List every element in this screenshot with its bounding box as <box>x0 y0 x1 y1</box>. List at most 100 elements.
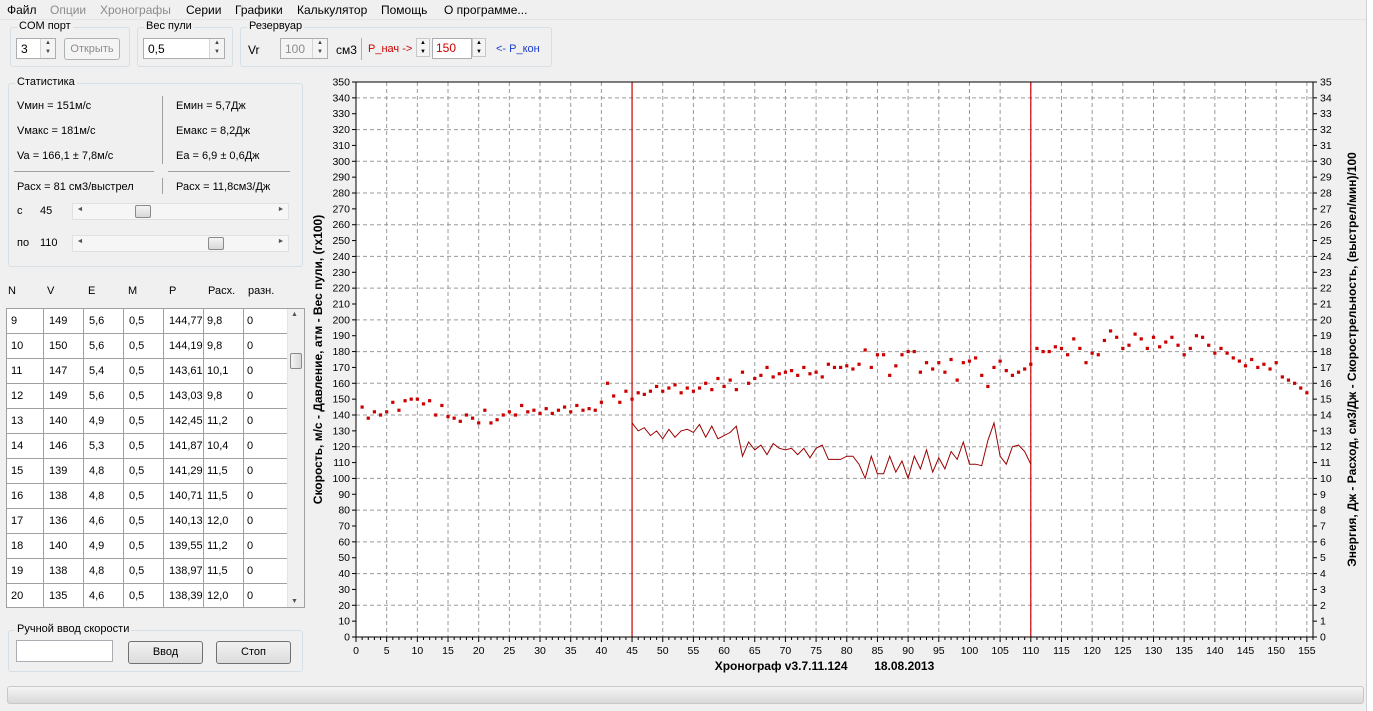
table-row[interactable]: 13 140 4,9 0,5 142,45 11,2 0 <box>7 409 287 434</box>
com-port-spinner[interactable]: 3 ▲ ▼ <box>16 38 56 59</box>
table-row[interactable]: 16 138 4,8 0,5 140,71 11,5 0 <box>7 484 287 509</box>
table-cell: 4,8 <box>89 565 105 577</box>
y-tick-label-left: 0 <box>344 632 350 644</box>
to-slider-thumb[interactable] <box>207 237 224 250</box>
to-slider[interactable]: ◄ ► <box>72 235 289 252</box>
table-row[interactable]: 11 147 5,4 0,5 143,61 10,1 0 <box>7 359 287 384</box>
from-slider[interactable]: ◄ ► <box>72 203 289 220</box>
data-point <box>520 403 524 408</box>
data-point <box>777 372 781 376</box>
spin-down-icon[interactable]: ▼ <box>473 48 485 57</box>
spin-up-icon[interactable]: ▲ <box>417 39 429 48</box>
x-tick-label: 125 <box>1114 645 1132 657</box>
arrow-right-icon[interactable]: ► <box>276 238 286 245</box>
x-tick-label: 75 <box>810 645 822 657</box>
menu-about[interactable]: О программе... <box>444 3 527 17</box>
spin-up-icon[interactable]: ▲ <box>41 39 55 48</box>
data-point <box>440 403 444 408</box>
data-point <box>397 408 401 412</box>
pressure-spinner[interactable]: ▲ ▼ 150 ▲ ▼ <box>416 38 488 59</box>
bullet-weight-spinner[interactable]: 0,5 ▲ ▼ <box>143 38 225 59</box>
ea-value: Ea = 6,9 ± 0,6Дж <box>176 150 260 162</box>
menu-chronographs[interactable]: Хронографы <box>100 3 171 17</box>
y-tick-label-right: 1 <box>1320 616 1326 628</box>
spin-up-icon[interactable]: ▲ <box>313 39 327 48</box>
table-row[interactable]: 12 149 5,6 0,5 143,03 9,8 0 <box>7 384 287 409</box>
spin-up-icon[interactable]: ▲ <box>210 39 224 48</box>
table-row[interactable]: 15 139 4,8 0,5 141,29 11,5 0 <box>7 459 287 484</box>
arrow-left-icon[interactable]: ◄ <box>75 206 85 213</box>
spin-down-icon[interactable]: ▼ <box>313 48 327 57</box>
data-point <box>1176 343 1180 347</box>
pressure-arrows[interactable]: ▲ ▼ <box>416 38 430 57</box>
data-point <box>685 386 689 390</box>
data-point <box>832 365 837 370</box>
spin-down-icon[interactable]: ▼ <box>210 48 224 57</box>
table-row[interactable]: 19 138 4,8 0,5 138,97 11,5 0 <box>7 559 287 584</box>
table-scroll-thumb[interactable] <box>290 353 302 369</box>
open-button[interactable]: Открыть <box>64 38 120 60</box>
stop-button[interactable]: Стоп <box>216 641 291 664</box>
table-row[interactable]: 9 149 5,6 0,5 144,77 9,8 0 <box>7 309 287 334</box>
spin-up-icon[interactable]: ▲ <box>473 39 485 48</box>
table-row[interactable]: 20 135 4,6 0,5 138,39 12,0 0 <box>7 584 287 607</box>
data-point <box>458 419 462 423</box>
menu-series[interactable]: Серии <box>186 3 221 17</box>
y-axis-left-label: Скорость, м/с - Давление, атм - Вес пули… <box>311 215 325 504</box>
menu-file[interactable]: Файл <box>7 3 37 17</box>
col-header[interactable]: V <box>47 285 54 297</box>
col-header[interactable]: M <box>128 285 137 297</box>
table-cell: 4,6 <box>89 590 105 602</box>
arrow-right-icon[interactable]: ► <box>276 206 286 213</box>
data-point <box>1023 367 1027 371</box>
data-point <box>820 375 824 379</box>
table-scrollbar[interactable]: ▲ ▼ <box>287 309 304 607</box>
col-header[interactable]: P <box>169 285 176 297</box>
pressure-arrows-right[interactable]: ▲ ▼ <box>472 38 486 57</box>
table-row[interactable]: 17 136 4,6 0,5 140,13 12,0 0 <box>7 509 287 534</box>
table-row[interactable]: 10 150 5,6 0,5 144,19 9,8 0 <box>7 334 287 359</box>
data-point <box>544 407 548 411</box>
table-row[interactable]: 14 146 5,3 0,5 141,87 10,4 0 <box>7 434 287 459</box>
table-cell: 143,61 <box>169 365 203 377</box>
enter-button[interactable]: Ввод <box>128 641 203 664</box>
col-header[interactable]: разн. <box>248 285 274 297</box>
table-cell: 0 <box>247 365 254 377</box>
spin-down-icon[interactable]: ▼ <box>417 48 429 57</box>
table-cell: 15 <box>11 465 24 477</box>
scroll-down-icon[interactable]: ▼ <box>291 598 298 605</box>
x-tick-label: 155 <box>1298 645 1316 657</box>
data-point <box>802 365 806 370</box>
vr-spinner[interactable]: 100 ▲ ▼ <box>280 38 328 59</box>
data-point <box>1016 370 1021 374</box>
spin-down-icon[interactable]: ▼ <box>41 48 55 57</box>
col-header[interactable]: N <box>8 285 16 297</box>
table-cell: 5,4 <box>89 365 105 377</box>
data-point <box>562 405 567 409</box>
y-tick-label-right: 11 <box>1320 457 1331 469</box>
y-tick-label-left: 70 <box>338 521 350 533</box>
table-cell: 12,0 <box>207 515 229 527</box>
data-point <box>912 349 916 354</box>
speed-input[interactable] <box>16 640 113 662</box>
menu-options[interactable]: Опции <box>50 3 86 17</box>
from-slider-thumb[interactable] <box>135 205 152 218</box>
y-tick-label-left: 260 <box>332 219 350 231</box>
vmin-value: Vмин = 151м/с <box>17 100 92 112</box>
statistics-title: Статистика <box>15 76 77 88</box>
menu-calculator[interactable]: Калькулятор <box>297 3 367 17</box>
arrow-left-icon[interactable]: ◄ <box>75 238 85 245</box>
vr-unit: см3 <box>336 43 357 57</box>
col-header[interactable]: Расх. <box>208 285 235 297</box>
scroll-up-icon[interactable]: ▲ <box>291 311 298 318</box>
y-tick-label-left: 90 <box>338 489 350 501</box>
col-header[interactable]: E <box>88 285 95 297</box>
y-tick-label-left: 40 <box>338 568 350 580</box>
menu-charts[interactable]: Графики <box>235 3 283 17</box>
reservoir-title: Резервуар <box>247 20 305 32</box>
menu-help[interactable]: Помощь <box>381 3 427 17</box>
table-row[interactable]: 18 140 4,9 0,5 139,55 11,2 0 <box>7 534 287 559</box>
data-point <box>550 411 554 416</box>
y-tick-label-right: 7 <box>1320 521 1326 533</box>
table-cell: 4,8 <box>89 490 105 502</box>
